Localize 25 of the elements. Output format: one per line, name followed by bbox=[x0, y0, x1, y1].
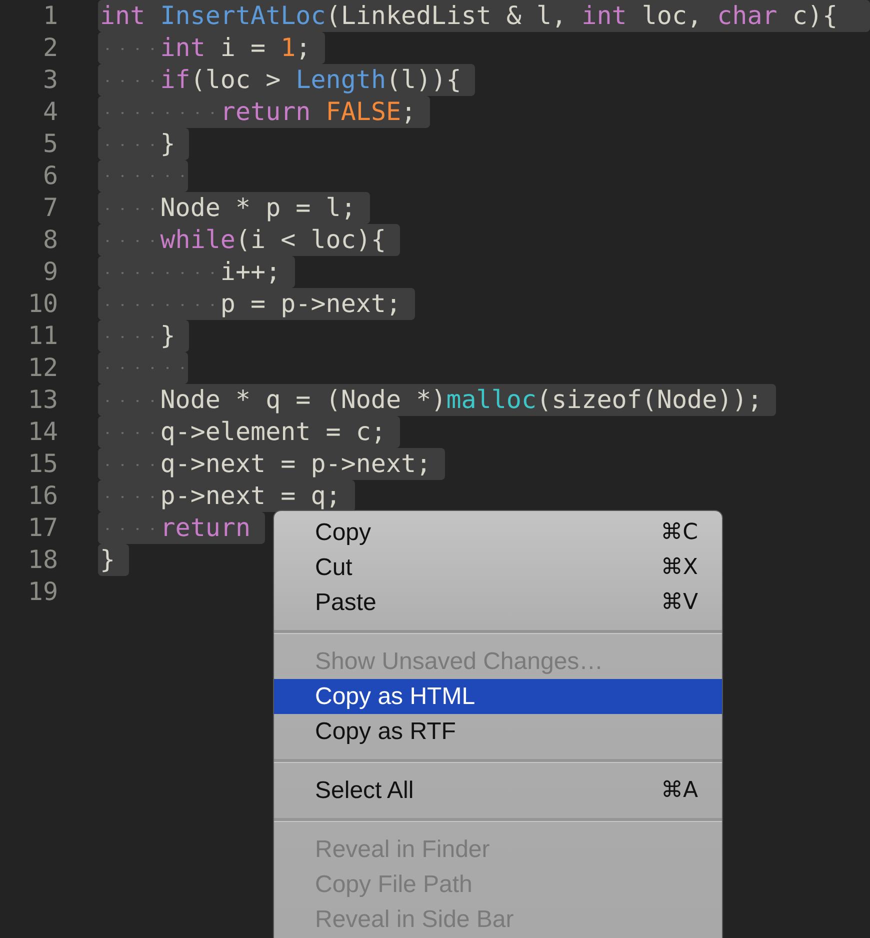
line-number: 4 bbox=[42, 96, 58, 128]
line-number: 8 bbox=[42, 224, 58, 256]
line-number: 11 bbox=[26, 320, 58, 352]
menu-item[interactable]: Copy as HTML bbox=[274, 679, 722, 714]
line-number: 2 bbox=[42, 32, 58, 64]
line-number: 19 bbox=[26, 576, 58, 608]
menu-item[interactable]: Select All ⌘A bbox=[274, 773, 722, 808]
line-number: 13 bbox=[26, 384, 58, 416]
line-number: 9 bbox=[42, 256, 58, 288]
line-number: 17 bbox=[26, 512, 58, 544]
line-number: 16 bbox=[26, 480, 58, 512]
menu-item[interactable]: Copy as RTF bbox=[274, 714, 722, 749]
line-number: 18 bbox=[26, 544, 58, 576]
line-number: 3 bbox=[42, 64, 58, 96]
menu-item[interactable]: Cut ⌘X bbox=[274, 550, 722, 585]
line-number: 1 bbox=[42, 0, 58, 32]
line-number: 10 bbox=[26, 288, 58, 320]
line-number: 6 bbox=[42, 160, 58, 192]
menu-item[interactable]: Paste ⌘V bbox=[274, 585, 722, 620]
line-number: 14 bbox=[26, 416, 58, 448]
line-number: 15 bbox=[26, 448, 58, 480]
line-number: 5 bbox=[42, 128, 58, 160]
line-number: 7 bbox=[42, 192, 58, 224]
menu-item[interactable]: Copy ⌘C bbox=[274, 515, 722, 550]
line-number: 12 bbox=[26, 352, 58, 384]
